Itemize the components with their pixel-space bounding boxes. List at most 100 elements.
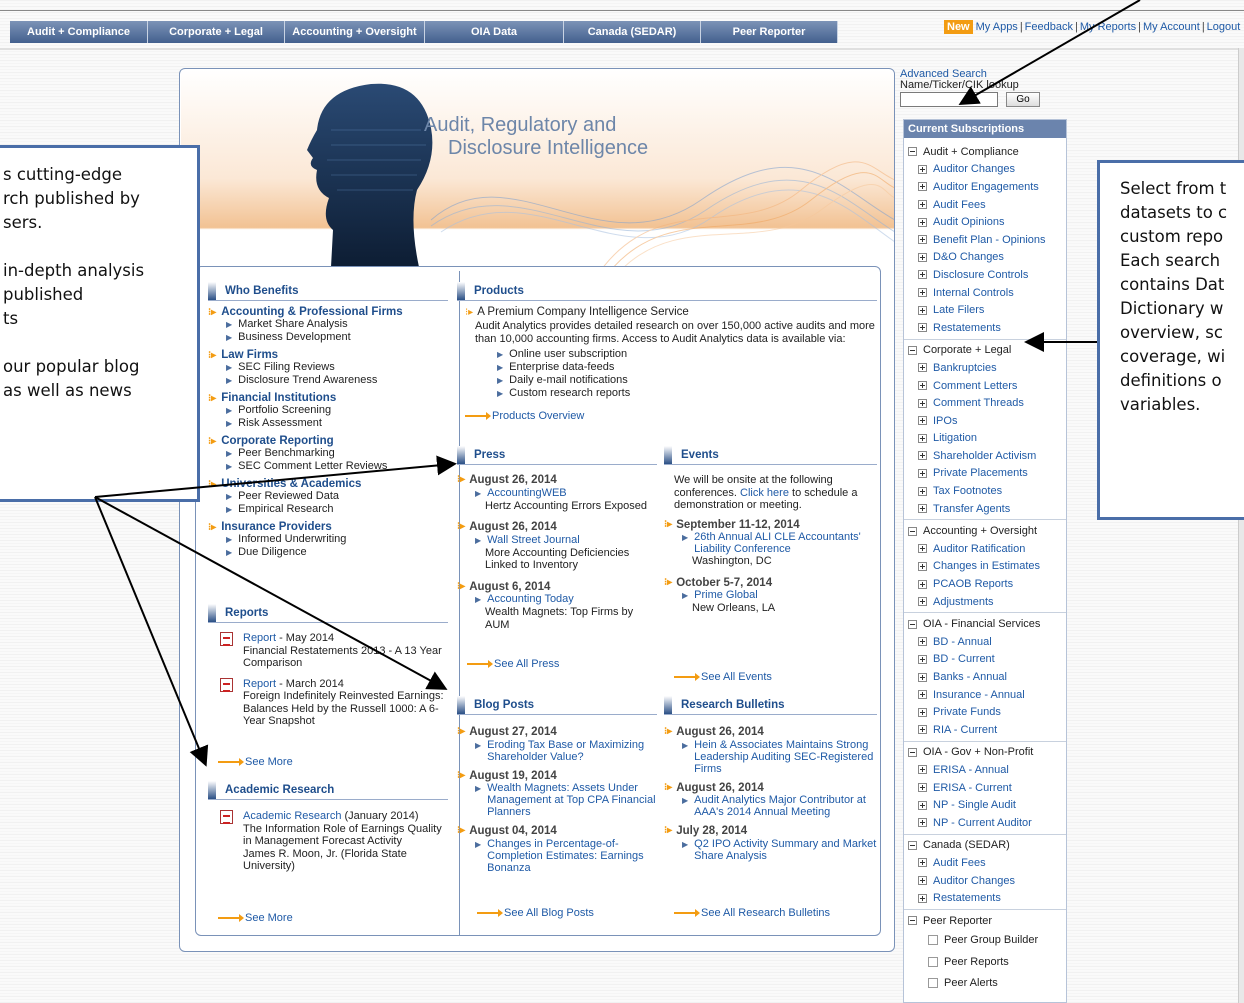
- subscription-item[interactable]: Tax Footnotes: [904, 482, 1066, 500]
- subscription-item[interactable]: NP - Single Audit: [904, 796, 1066, 814]
- subscription-item[interactable]: Auditor Changes: [904, 161, 1066, 179]
- subscription-item[interactable]: Shareholder Activism: [904, 447, 1066, 465]
- subscription-item[interactable]: BD - Current: [904, 651, 1066, 669]
- collapse-icon[interactable]: [908, 916, 917, 926]
- subscription-item[interactable]: Comment Threads: [904, 394, 1066, 412]
- expand-icon[interactable]: [918, 579, 927, 589]
- expand-icon[interactable]: [918, 323, 927, 333]
- event-link[interactable]: Prime Global: [694, 589, 758, 601]
- products-overview-link[interactable]: Products Overview: [465, 410, 877, 422]
- nav-tab[interactable]: Canada (SEDAR): [564, 21, 701, 43]
- subscription-item[interactable]: ERISA - Annual: [904, 761, 1066, 779]
- subscription-item[interactable]: ERISA - Current: [904, 779, 1066, 797]
- bulletins-link[interactable]: Q2 IPO Activity Summary and Market Share…: [694, 838, 877, 862]
- expand-icon[interactable]: [918, 544, 927, 554]
- expand-icon[interactable]: [918, 637, 927, 647]
- expand-icon[interactable]: [918, 200, 927, 210]
- subscription-item[interactable]: PCAOB Reports: [904, 575, 1066, 593]
- expand-icon[interactable]: [918, 504, 927, 514]
- subscription-item[interactable]: Restatements: [904, 319, 1066, 337]
- expand-icon[interactable]: [918, 486, 927, 496]
- press-source-link[interactable]: Accounting Today: [487, 593, 574, 605]
- expand-icon[interactable]: [918, 398, 927, 408]
- collapse-icon[interactable]: [908, 526, 917, 536]
- subscription-item[interactable]: Audit Fees: [904, 854, 1066, 872]
- expand-icon[interactable]: [918, 800, 927, 810]
- academic-link[interactable]: Academic Research: [243, 810, 341, 822]
- bulletins-link[interactable]: Audit Analytics Major Contributor at AAA…: [694, 794, 877, 818]
- expand-icon[interactable]: [918, 252, 927, 262]
- expand-icon[interactable]: [918, 288, 927, 298]
- subscription-group[interactable]: Peer Reporter: [904, 912, 1066, 930]
- checkbox-icon[interactable]: [928, 956, 938, 967]
- subscription-group[interactable]: OIA - Financial Services: [904, 615, 1066, 633]
- expand-icon[interactable]: [918, 468, 927, 478]
- subscription-item[interactable]: Audit Fees: [904, 196, 1066, 214]
- expand-icon[interactable]: [918, 182, 927, 192]
- go-button[interactable]: Go: [1006, 92, 1040, 107]
- collapse-icon[interactable]: [908, 840, 917, 850]
- logout-link[interactable]: Logout: [1207, 21, 1241, 33]
- subscription-item[interactable]: Disclosure Controls: [904, 266, 1066, 284]
- checkbox-icon[interactable]: [928, 935, 938, 946]
- subscription-item[interactable]: BD - Annual: [904, 633, 1066, 651]
- expand-icon[interactable]: [918, 235, 927, 245]
- subscription-item[interactable]: Private Placements: [904, 465, 1066, 483]
- collapse-icon[interactable]: [908, 345, 917, 355]
- collapse-icon[interactable]: [908, 619, 917, 629]
- feedback-link[interactable]: Feedback: [1025, 21, 1073, 33]
- peer-option[interactable]: Peer Group Builder: [904, 930, 1066, 952]
- expand-icon[interactable]: [918, 876, 927, 886]
- expand-icon[interactable]: [918, 561, 927, 571]
- blog-link[interactable]: Wealth Magnets: Assets Under Management …: [487, 782, 657, 818]
- lookup-input[interactable]: [900, 92, 998, 107]
- expand-icon[interactable]: [918, 690, 927, 700]
- blog-link[interactable]: Eroding Tax Base or Maximizing Sharehold…: [487, 739, 657, 763]
- subscription-item[interactable]: Auditor Ratification: [904, 540, 1066, 558]
- expand-icon[interactable]: [918, 858, 927, 868]
- expand-icon[interactable]: [918, 707, 927, 717]
- subscription-group[interactable]: Canada (SEDAR): [904, 837, 1066, 855]
- see-all-bulletins[interactable]: See All Research Bulletins: [674, 907, 830, 919]
- see-all-events[interactable]: See All Events: [674, 671, 772, 683]
- subscription-item[interactable]: RIA - Current: [904, 721, 1066, 739]
- subscription-group[interactable]: Accounting + Oversight: [904, 522, 1066, 540]
- expand-icon[interactable]: [918, 217, 927, 227]
- subscription-item[interactable]: IPOs: [904, 412, 1066, 430]
- expand-icon[interactable]: [918, 270, 927, 280]
- subscription-item[interactable]: D&O Changes: [904, 249, 1066, 267]
- nav-tab[interactable]: Peer Reporter: [701, 21, 838, 43]
- report-link[interactable]: Report: [243, 678, 276, 690]
- academic-see-more[interactable]: See More: [218, 912, 293, 924]
- subscription-item[interactable]: Transfer Agents: [904, 500, 1066, 518]
- event-link[interactable]: 26th Annual ALI CLE Accountants' Liabili…: [694, 531, 877, 555]
- peer-option[interactable]: Peer Alerts: [904, 973, 1066, 995]
- expand-icon[interactable]: [918, 451, 927, 461]
- subscription-item[interactable]: Bankruptcies: [904, 359, 1066, 377]
- schedule-link[interactable]: Click here: [740, 487, 789, 499]
- expand-icon[interactable]: [918, 416, 927, 426]
- expand-icon[interactable]: [918, 654, 927, 664]
- my-apps-link[interactable]: My Apps: [976, 21, 1018, 33]
- checkbox-icon[interactable]: [928, 978, 938, 989]
- subscription-item[interactable]: Audit Opinions: [904, 213, 1066, 231]
- my-account-link[interactable]: My Account: [1143, 21, 1200, 33]
- subscription-item[interactable]: Benefit Plan - Opinions: [904, 231, 1066, 249]
- subscription-item[interactable]: Litigation: [904, 430, 1066, 448]
- subscription-item[interactable]: Changes in Estimates: [904, 558, 1066, 576]
- expand-icon[interactable]: [918, 893, 927, 903]
- subscription-item[interactable]: Banks - Annual: [904, 668, 1066, 686]
- expand-icon[interactable]: [918, 818, 927, 828]
- nav-tab[interactable]: Accounting + Oversight: [285, 21, 425, 43]
- expand-icon[interactable]: [918, 433, 927, 443]
- expand-icon[interactable]: [918, 363, 927, 373]
- collapse-icon[interactable]: [908, 147, 917, 157]
- nav-tab[interactable]: OIA Data: [425, 21, 564, 43]
- press-source-link[interactable]: Wall Street Journal: [487, 534, 580, 546]
- expand-icon[interactable]: [918, 305, 927, 315]
- see-all-press[interactable]: See All Press: [467, 658, 559, 670]
- expand-icon[interactable]: [918, 381, 927, 391]
- subscription-group[interactable]: Corporate + Legal: [904, 342, 1066, 360]
- subscription-group[interactable]: OIA - Gov + Non-Profit: [904, 744, 1066, 762]
- expand-icon[interactable]: [918, 597, 927, 607]
